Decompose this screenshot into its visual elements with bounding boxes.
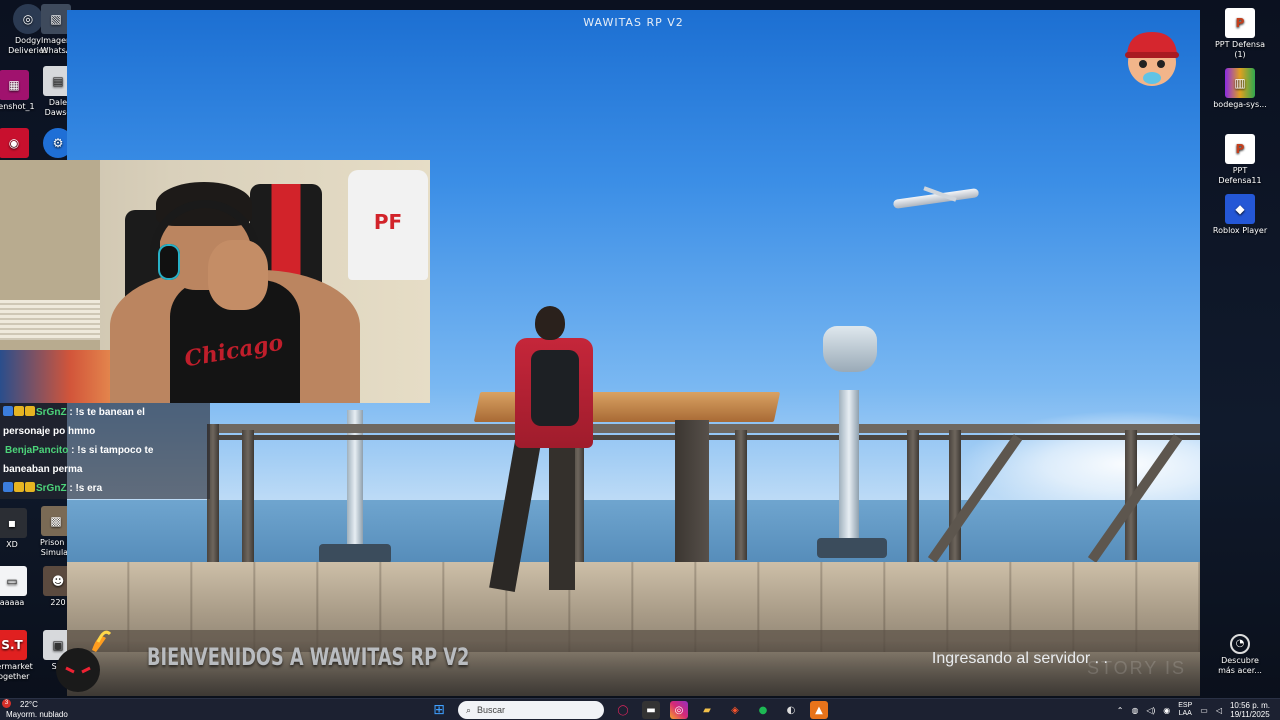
desktop-icon-roblox-player[interactable]: ◆ Roblox Player (1205, 194, 1275, 236)
file-explorer-icon[interactable]: ▰ (698, 701, 716, 719)
chat-message: SrGnZ : !s te banean el (0, 403, 210, 422)
player-character (489, 306, 603, 596)
desktop-icon-descubre[interactable]: ◔ Descubre más acer... (1205, 634, 1275, 676)
network-icon[interactable]: ◉ (1163, 706, 1170, 715)
powerpoint-icon: P (1225, 8, 1255, 38)
stream-chat: SrGnZ : !s te banean el personaje po hmn… (0, 403, 210, 499)
welcome-banner: BIENVENIDOS A WAWITAS RP V2 (147, 643, 470, 671)
taskbar-apps: ⊞ ⌕ Buscar ◯ ▬ ◎ ▰ ◈ ● ◐ ▲ (430, 701, 828, 719)
jersey-white: PF (348, 170, 428, 280)
among-us-icon: ◉ (0, 128, 29, 158)
windows-start-icon[interactable]: ⊞ (430, 701, 448, 719)
game-window-title: WAWITAS RP V2 (583, 16, 684, 29)
spotify-icon[interactable]: ● (754, 701, 772, 719)
terminal-icon[interactable]: ▬ (642, 701, 660, 719)
volume-icon[interactable]: ◁) (1146, 706, 1155, 715)
bomb-emblem-icon (56, 630, 112, 692)
file-icon: ▭ (0, 566, 27, 596)
search-icon: ⌕ (466, 704, 472, 715)
opera-icon[interactable]: ◯ (614, 701, 632, 719)
notification-badge: 3 (2, 699, 11, 708)
display-icon[interactable]: ▭ (1200, 706, 1208, 715)
powerpoint-icon: P (1225, 134, 1255, 164)
winrar-icon: ▥ (1225, 68, 1255, 98)
airplane (892, 184, 980, 210)
folder-icon: ▪ (0, 508, 27, 538)
screenshot-icon: ▦ (0, 70, 29, 100)
obs-icon[interactable]: ◐ (782, 701, 800, 719)
loading-status: Ingresando al servidor . . (931, 650, 1108, 667)
roblox-icon: ◆ (1225, 194, 1255, 224)
discover-icon: ◔ (1230, 634, 1250, 654)
chat-message: BenjaPancito : !s si tampoco te (5, 445, 154, 457)
taskbar: 3 22°C Mayorm. nublado ⊞ ⌕ Buscar ◯ ▬ ◎ … (0, 698, 1280, 720)
brave-icon[interactable]: ◈ (726, 701, 744, 719)
chat-badges (3, 479, 36, 498)
system-tray: ⌃ ◍ ◁) ◉ ESP LAA ▭ ◁ 10:56 p. m. 19/11/2… (1117, 700, 1270, 720)
speaker-icon[interactable]: ◁ (1216, 706, 1222, 715)
chevron-up-icon[interactable]: ⌃ (1117, 706, 1124, 715)
clock[interactable]: 10:56 p. m. 19/11/2025 (1230, 701, 1270, 719)
active-app-icon[interactable]: ▲ (810, 701, 828, 719)
desktop-icon-bodega-sys[interactable]: ▥ bodega-sys... (1205, 68, 1275, 110)
tray-app-icon[interactable]: ◍ (1131, 706, 1138, 715)
server-avatar-logo (1125, 32, 1179, 86)
weather-widget[interactable]: 3 22°C Mayorm. nublado (2, 699, 68, 720)
chat-badges (3, 403, 36, 422)
supermarket-icon: S.T (0, 630, 27, 660)
desktop-icon-ppt-defensa11[interactable]: P PPT Defensa11 (1205, 134, 1275, 186)
binocular-viewer (823, 326, 877, 372)
instagram-icon[interactable]: ◎ (670, 701, 688, 719)
binocular-pole (839, 390, 859, 540)
desktop-icon-ppt-defensa-1[interactable]: P PPT Defensa (1) (1205, 8, 1275, 60)
language-indicator[interactable]: ESP LAA (1178, 702, 1192, 718)
taskbar-search[interactable]: ⌕ Buscar (458, 701, 604, 719)
webcam-overlay: PF Chicago (0, 160, 430, 403)
chat-message: SrGnZ : !s era (0, 479, 210, 498)
